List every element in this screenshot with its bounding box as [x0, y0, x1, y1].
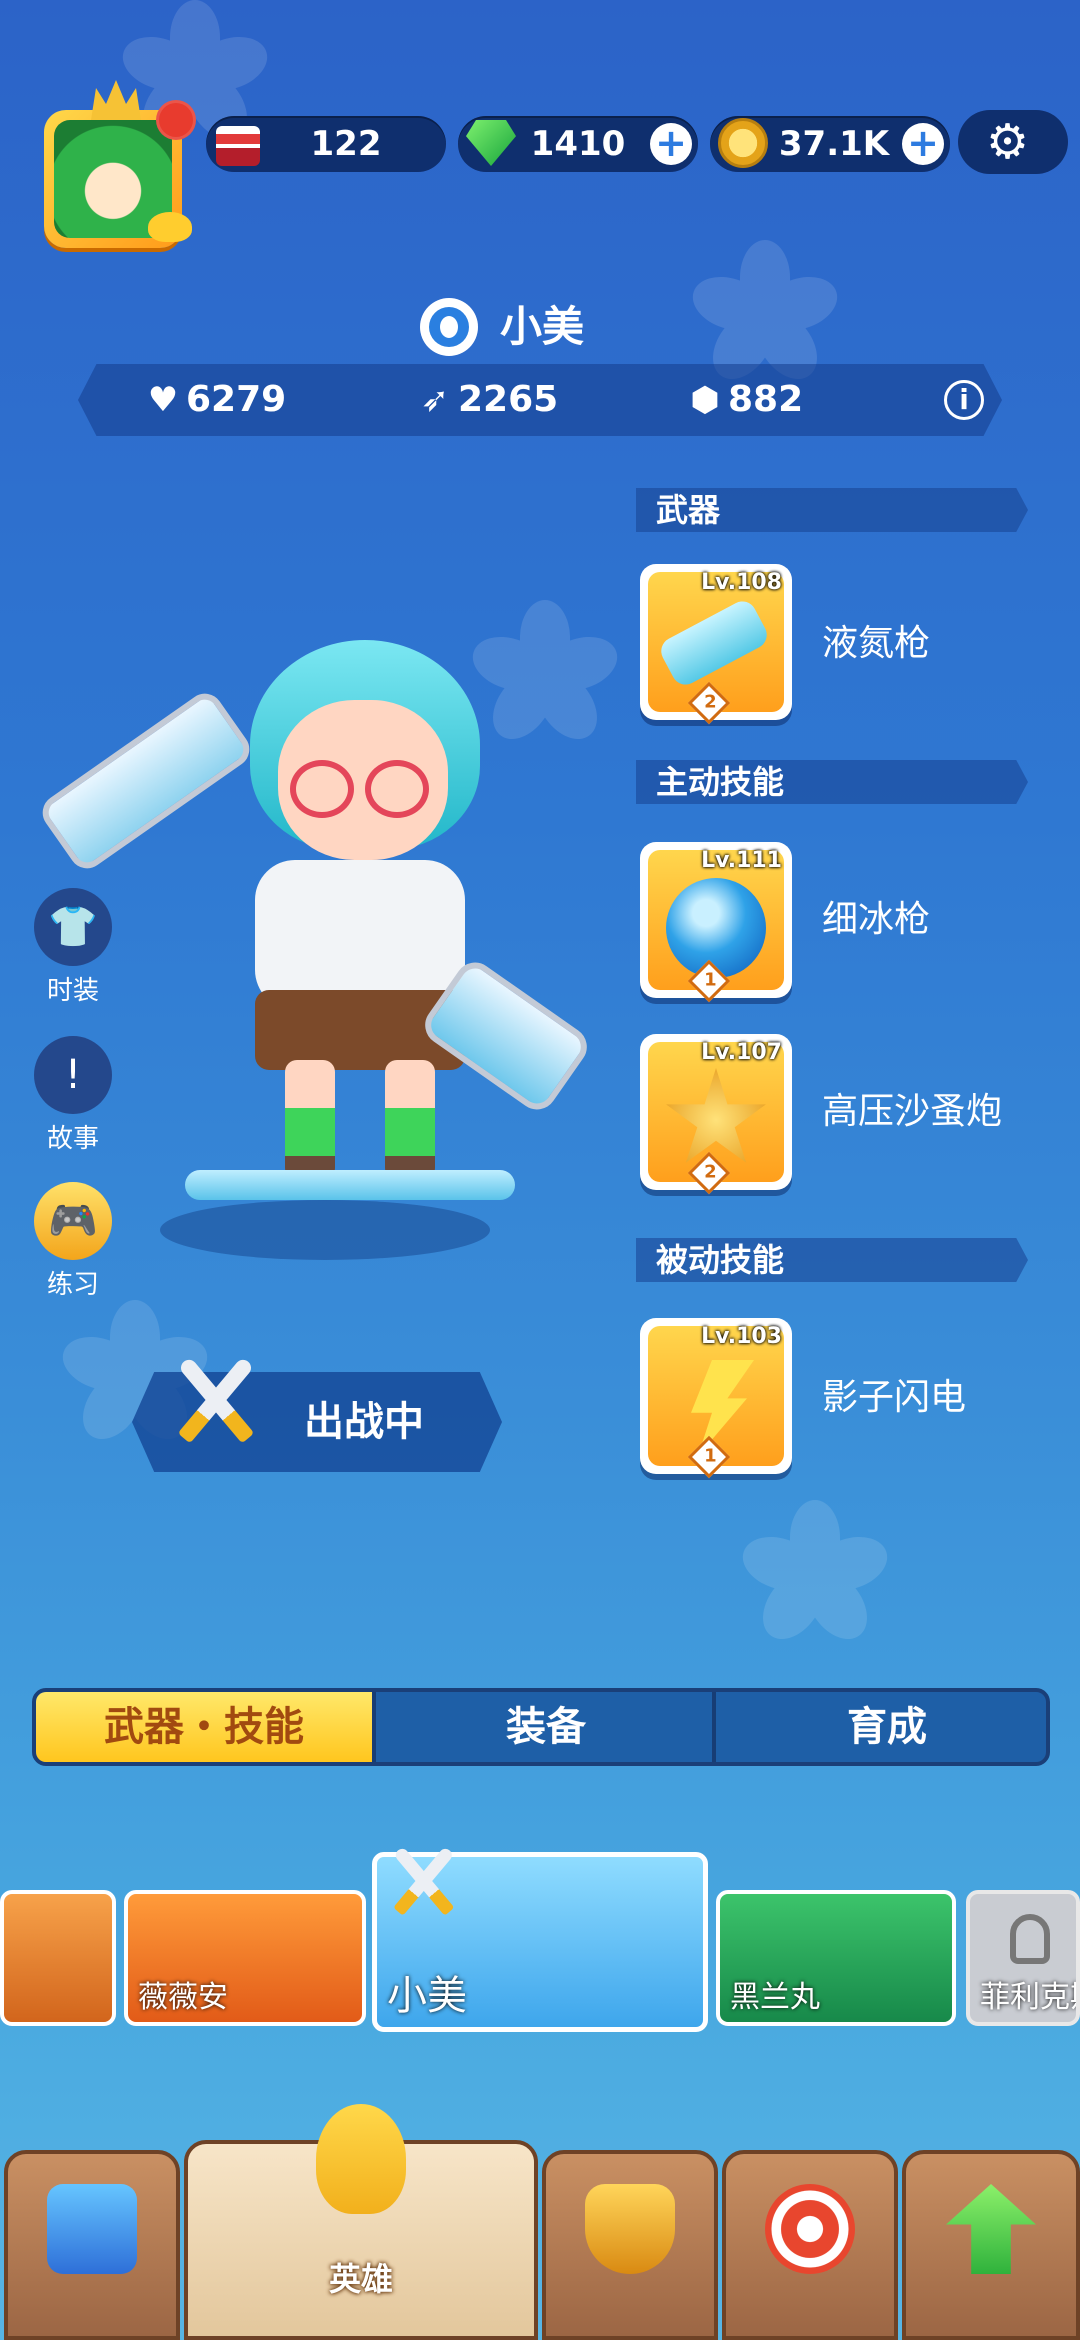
add-gems-button[interactable]: + [650, 123, 692, 165]
weapon-level: Lv.108 [701, 570, 782, 595]
active-skill-section-title: 主动技能 [636, 760, 1028, 804]
heart-icon: ♥ [147, 380, 179, 420]
skins-label: 时装 [46, 976, 99, 1006]
active-skill-name-2: 高压沙蚤炮 [822, 1091, 1003, 1132]
duck-icon [148, 212, 192, 242]
passive-skill-card[interactable]: Lv.103 1 [640, 1318, 792, 1479]
stat-hp: ♥ 6279 [144, 364, 286, 436]
stat-defense: ⬢ 882 [686, 364, 803, 436]
gear-icon: ⚙ [986, 114, 1030, 170]
background-flower [735, 1500, 895, 1651]
battle-shield-icon [585, 2184, 675, 2274]
gem-value: 1410 [530, 124, 626, 164]
story-button[interactable]: ! 故事 [34, 1036, 112, 1155]
hp-value: 6279 [186, 379, 287, 420]
nav-battle[interactable] [542, 2150, 718, 2340]
weapon-section-title: 武器 [636, 488, 1028, 532]
hero-head-icon [316, 2104, 406, 2214]
sandflea-star-icon [666, 1068, 766, 1163]
weapon-name: 液氮枪 [822, 623, 931, 664]
roster-hero-name: 菲利克斯 [980, 1980, 1076, 2015]
tab-weapon-skills[interactable]: 武器・技能 [36, 1692, 372, 1762]
crossed-swords-icon [379, 1841, 467, 1929]
weapon-model [35, 686, 257, 876]
roster-hero-card[interactable]: 薇薇安 [124, 1890, 366, 2026]
scroll-icon: ! [34, 1036, 112, 1114]
active-skill-name-1: 细冰枪 [822, 899, 931, 940]
tab-growth[interactable]: 育成 [712, 1692, 1046, 1762]
weapon-card[interactable]: Lv.108 2 [640, 564, 792, 725]
practice-button[interactable]: 🎮 练习 [34, 1182, 112, 1301]
roster-hero-name: 小美 [387, 1973, 467, 2019]
cake-icon [206, 110, 272, 176]
nav-heroes-label: 英雄 [328, 2260, 393, 2298]
shirt-icon: 👕 [34, 888, 112, 966]
skill-level: Lv.103 [701, 1324, 782, 1349]
roster-hero-name: 黑兰丸 [730, 1980, 820, 2015]
notification-dot [156, 100, 196, 140]
skins-button[interactable]: 👕 时装 [34, 888, 112, 1007]
nav-events[interactable] [722, 2150, 898, 2340]
lightning-icon [691, 1360, 754, 1456]
passive-skill-name: 影子闪电 [822, 1377, 967, 1418]
attack-value: 2265 [458, 379, 559, 420]
ticket-value: 122 [310, 124, 382, 164]
add-coins-button[interactable]: + [902, 123, 944, 165]
gamepad-icon: 🎮 [34, 1182, 112, 1260]
coin-value: 37.1K [778, 124, 890, 164]
ice-gun-icon [656, 596, 772, 690]
active-skill-card-1[interactable]: Lv.111 1 [640, 842, 792, 1003]
roster-hero-name: 薇薇安 [138, 1980, 228, 2015]
shield-icon: ⬢ [690, 380, 720, 420]
roster-hero-card[interactable] [0, 1890, 116, 2026]
ticket-counter: 122 [206, 116, 446, 172]
crossed-swords-icon [160, 1350, 270, 1460]
player-avatar[interactable] [36, 80, 196, 250]
skill-level: Lv.111 [701, 848, 782, 873]
ice-orb-icon [666, 878, 766, 978]
nav-heroes[interactable]: 英雄 [184, 2104, 538, 2340]
crown-icon [91, 80, 141, 120]
info-icon[interactable]: i [944, 380, 984, 420]
story-label: 故事 [46, 1124, 99, 1154]
nav-upgrade[interactable] [902, 2150, 1080, 2340]
upgrade-arrow-icon [946, 2184, 1036, 2274]
element-icon [420, 298, 478, 356]
settings-button[interactable]: ⚙ [958, 110, 1068, 174]
practice-label: 练习 [46, 1270, 99, 1300]
defense-value: 882 [728, 379, 804, 420]
attack-icon: ➶ [420, 380, 450, 420]
hero-name: 小美 [500, 302, 585, 351]
nav-shop[interactable] [4, 2150, 180, 2340]
target-icon [765, 2184, 855, 2274]
coin-counter: 37.1K + [710, 116, 950, 172]
shop-icon [47, 2184, 137, 2274]
active-skill-card-2[interactable]: Lv.107 2 [640, 1034, 792, 1195]
roster-hero-card[interactable]: 黑兰丸 [716, 1890, 956, 2026]
tab-equipment[interactable]: 装备 [372, 1692, 716, 1762]
stats-bar: ♥ 6279 ➶ 2265 ⬢ 882 [78, 364, 1002, 436]
skill-level: Lv.107 [701, 1040, 782, 1065]
detail-tabs: 武器・技能 装备 育成 [32, 1688, 1050, 1766]
deploy-label: 出战中 [304, 1399, 424, 1445]
roster-hero-card-locked[interactable]: 菲利克斯 [966, 1890, 1080, 2026]
gem-counter: 1410 + [458, 116, 698, 172]
stat-attack: ➶ 2265 [416, 364, 558, 436]
lock-icon [1010, 1914, 1050, 1964]
passive-skill-section-title: 被动技能 [636, 1238, 1028, 1282]
